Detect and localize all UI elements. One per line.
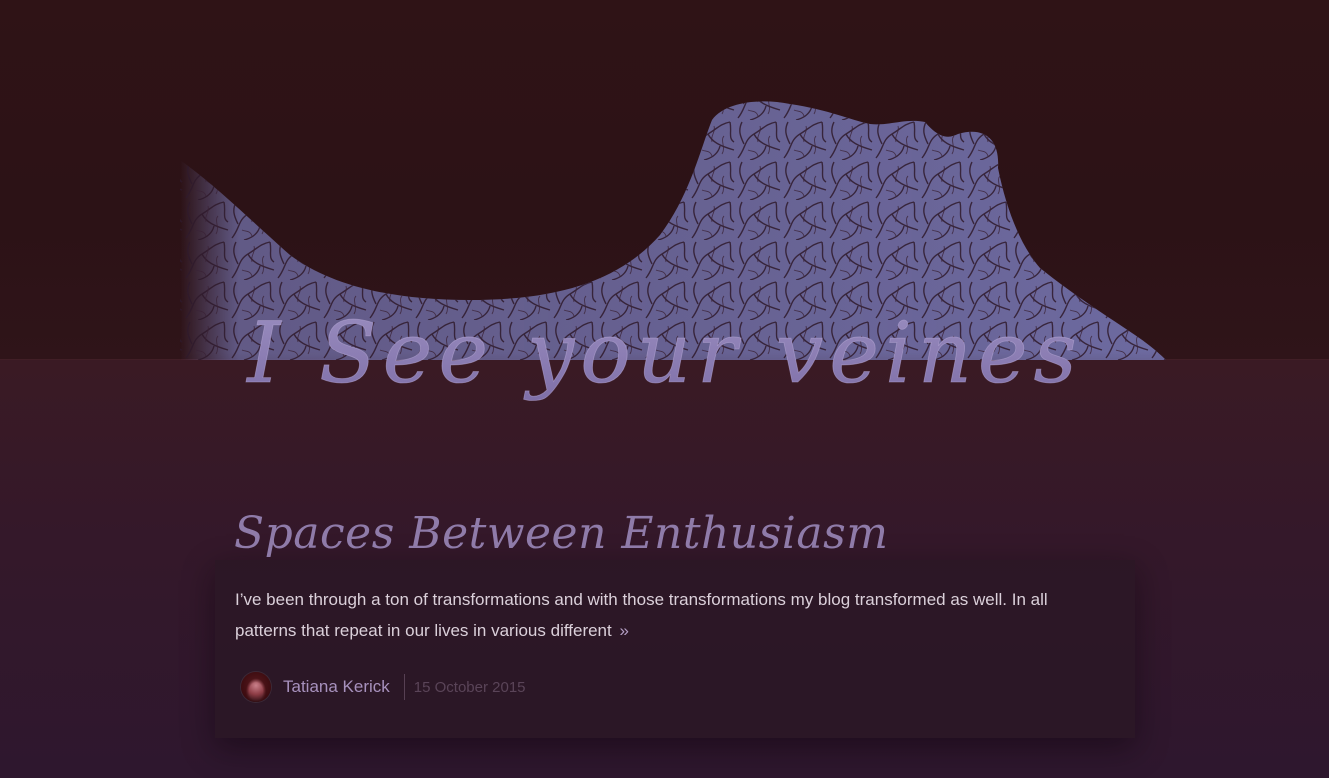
author-avatar[interactable] <box>241 672 271 702</box>
post-date: 15 October 2015 <box>413 678 526 696</box>
post-title-link[interactable]: Spaces Between Enthusiasm <box>234 508 888 559</box>
post-card: I’ve been through a ton of transformatio… <box>215 560 1135 738</box>
author-link[interactable]: Tatiana Kerick <box>283 677 390 697</box>
veins-silhouette-illustration <box>180 101 1166 361</box>
post-excerpt-text: I’ve been through a ton of transformatio… <box>235 590 1048 640</box>
post-meta: Tatiana Kerick 15 October 2015 <box>241 672 526 702</box>
read-more-link[interactable]: » <box>619 621 628 640</box>
meta-divider <box>403 674 405 700</box>
post-excerpt: I’ve been through a ton of transformatio… <box>235 584 1105 646</box>
